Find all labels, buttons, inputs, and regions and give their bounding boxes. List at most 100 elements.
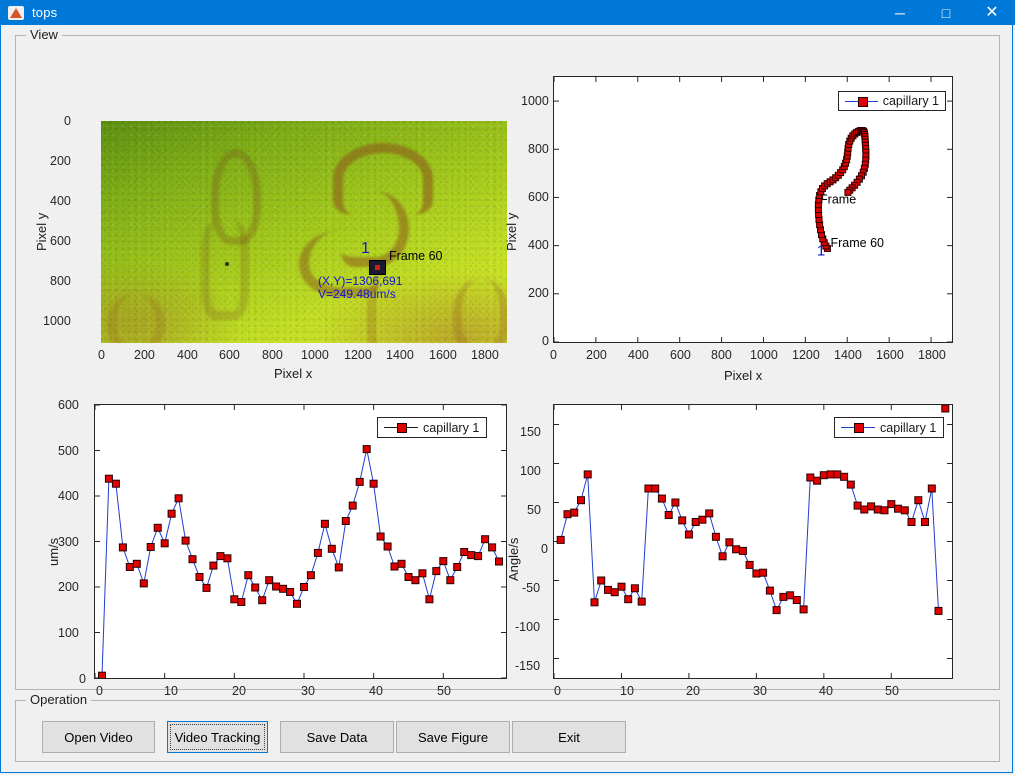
velocity-legend-label: capillary 1 [423,420,480,435]
traj-xtick-1400: 1400 [834,348,862,362]
ang-ytick-100: 100 [520,464,541,478]
video-xtick-1600: 1600 [429,348,457,362]
svg-text:Frame 60: Frame 60 [831,236,885,250]
angle-legend: capillary 1 [834,417,944,438]
vel-ytick-400: 400 [58,489,79,503]
save-data-button[interactable]: Save Data [280,721,394,753]
video-xtick-1800: 1800 [471,348,499,362]
video-xtick-1000: 1000 [301,348,329,362]
video-xtick-800: 800 [262,348,283,362]
traj-ytick-0: 0 [542,334,549,348]
save-figure-button[interactable]: Save Figure [396,721,510,753]
traj-xtick-200: 200 [586,348,607,362]
trajectory-ylabel: Pixel y [504,212,519,251]
vel-xtick-10: 10 [164,684,178,698]
video-tracking-button[interactable]: Video Tracking [167,721,268,753]
vel-ytick-300: 300 [58,535,79,549]
vel-xtick-0: 0 [96,684,103,698]
traj-xtick-800: 800 [711,348,732,362]
ang-xtick-10: 10 [620,684,634,698]
ang-ytick-n100: -100 [515,620,541,634]
ang-ytick-0: 0 [541,542,548,556]
vel-xtick-20: 20 [232,684,246,698]
legend-square-icon [858,96,868,107]
traj-xtick-1000: 1000 [750,348,778,362]
ang-ytick-n50: -50 [522,581,541,595]
tracker-marker[interactable] [369,260,386,275]
video-xlabel: Pixel x [274,366,313,381]
traj-xtick-0: 0 [550,348,557,362]
legend-line-icon [845,96,878,107]
vel-ytick-0: 0 [79,672,86,686]
video-ytick-800: 800 [50,274,71,288]
legend-line-icon [841,423,875,433]
view-panel-label: View [26,27,62,42]
vel-ytick-600: 600 [58,398,79,412]
svg-text:1: 1 [817,242,825,259]
traj-xtick-1600: 1600 [876,348,904,362]
ang-ytick-n150: -150 [515,659,541,673]
video-ytick-400: 400 [50,194,71,208]
traj-ytick-200: 200 [528,286,549,300]
video-ylabel: Pixel y [34,212,49,251]
video-ytick-1000: 1000 [43,314,71,328]
ang-ytick-50: 50 [527,503,541,517]
traj-ytick-400: 400 [528,238,549,252]
ang-xtick-30: 30 [753,684,767,698]
traj-xtick-1200: 1200 [792,348,820,362]
trajectory-xlabel: Pixel x [724,368,763,383]
matlab-icon [8,5,24,20]
trajectory-plot[interactable]: Frame Frame 60 1 [553,76,953,343]
legend-square-icon [854,423,864,433]
traj-ytick-800: 800 [528,142,549,156]
angle-ylabel: Angle/s [506,537,521,581]
ang-ytick-150: 150 [520,425,541,439]
traj-xtick-600: 600 [670,348,691,362]
velocity-plot[interactable] [94,404,507,679]
exit-button[interactable]: Exit [512,721,626,753]
ang-xtick-50: 50 [885,684,899,698]
traj-xtick-400: 400 [628,348,649,362]
video-overlay-velocity: V=249.48um/s [318,287,396,301]
video-xtick-400: 400 [177,348,198,362]
close-icon[interactable]: ✕ [969,0,1015,25]
velocity-ylabel: um/s [46,537,61,566]
video-xtick-1200: 1200 [344,348,372,362]
window-title: tops [32,5,58,20]
traj-xtick-1800: 1800 [918,348,946,362]
video-ytick-0: 0 [64,114,71,128]
legend-square-icon [397,423,407,433]
title-bar: tops ─ □ ✕ [0,0,1015,25]
angle-plot[interactable] [553,404,953,679]
window-controls: ─ □ ✕ [877,0,1015,25]
svg-text:Frame: Frame [820,192,856,206]
vel-ytick-100: 100 [58,626,79,640]
operation-panel: Operation Open Video Video Tracking Save… [15,692,1000,762]
vel-xtick-30: 30 [301,684,315,698]
vel-ytick-200: 200 [58,580,79,594]
operation-panel-label: Operation [26,692,92,707]
traj-ytick-600: 600 [528,190,549,204]
video-overlay-coords: (X,Y)=1306,691 [318,274,403,288]
video-ytick-200: 200 [50,154,71,168]
video-overlay-index: 1 [361,240,370,257]
video-frame-image[interactable]: 1 Frame 60 (X,Y)=1306,691 V=249.48um/s [101,121,507,343]
ang-xtick-20: 20 [686,684,700,698]
trajectory-legend: capillary 1 [838,91,946,111]
vel-ytick-500: 500 [58,444,79,458]
video-ytick-600: 600 [50,234,71,248]
video-xtick-1400: 1400 [386,348,414,362]
video-xtick-200: 200 [134,348,155,362]
maximize-icon[interactable]: □ [923,0,969,25]
window-body: View 0 200 400 600 800 1000 Pixel y 1 Fr… [0,25,1013,773]
minimize-icon[interactable]: ─ [877,0,923,25]
traj-ytick-1000: 1000 [521,94,549,108]
velocity-legend: capillary 1 [377,417,487,438]
video-xtick-600: 600 [219,348,240,362]
angle-legend-label: capillary 1 [880,420,937,435]
video-overlay-frame-label: Frame 60 [389,249,443,263]
open-video-button[interactable]: Open Video [42,721,155,753]
ang-xtick-40: 40 [819,684,833,698]
legend-line-icon [384,423,418,433]
video-xtick-0: 0 [98,348,105,362]
